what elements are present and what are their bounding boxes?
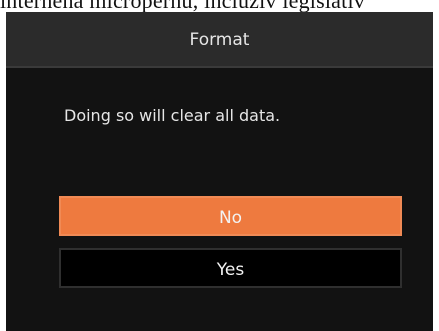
dialog-title: Format [189,30,250,50]
dialog-message: Doing so will clear all data. [64,106,281,125]
format-dialog: Format Doing so will clear all data. No … [6,12,433,331]
dialog-header: Format [6,12,433,68]
yes-button[interactable]: Yes [59,248,402,288]
background-cropped-text-strip: internena micropernu, incluzív legislati… [0,0,439,12]
background-cropped-text: internena micropernu, incluzív legislati… [0,0,439,12]
no-button[interactable]: No [59,196,402,236]
